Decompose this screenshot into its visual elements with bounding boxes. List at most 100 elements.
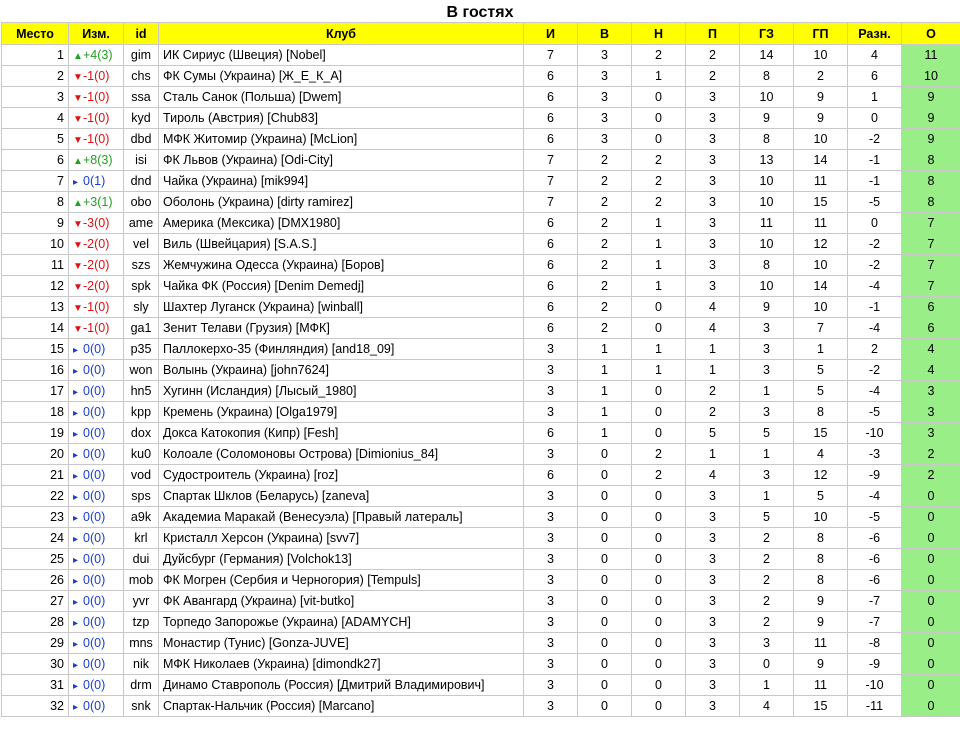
club-cell: Судостроитель (Украина) [roz]	[158, 464, 524, 486]
table-row[interactable]: 25 ▸ 0(0) dui Дуйсбург (Германия) [Volchok13…	[1, 548, 960, 570]
column-header-losses[interactable]: П	[685, 22, 740, 45]
id-cell: vel	[123, 233, 159, 255]
draws-cell: 1	[631, 212, 686, 234]
change-value: +3(1)	[83, 195, 113, 209]
goals-against-cell: 9	[793, 611, 848, 633]
table-row[interactable]: 30 ▸ 0(0) nik МФК Николаев (Украина) [dimond…	[1, 653, 960, 675]
table-row[interactable]: 8 ▲+3(1) obo Оболонь (Украина) [dirty ramir…	[1, 191, 960, 213]
table-row[interactable]: 6 ▲+8(3) isi ФК Львов (Украина) [Odi-City] 7…	[1, 149, 960, 171]
table-row[interactable]: 2 ▼-1(0) chs ФК Сумы (Украина) [Ж_Е_К_А] 6 3 1…	[1, 65, 960, 87]
column-header-id[interactable]: id	[123, 22, 159, 45]
club-cell: Торпедо Запорожье (Украина) [ADAMYCH]	[158, 611, 524, 633]
id-cell: ssa	[123, 86, 159, 108]
column-header-goal-diff[interactable]: Разн.	[847, 22, 902, 45]
draws-cell: 0	[631, 128, 686, 150]
column-header-change[interactable]: Изм.	[68, 22, 124, 45]
column-header-goals-for[interactable]: ГЗ	[739, 22, 794, 45]
table-row[interactable]: 26 ▸ 0(0) mob ФК Могрен (Сербия и Черногория…	[1, 569, 960, 591]
wins-cell: 3	[577, 86, 632, 108]
goals-against-cell: 15	[793, 191, 848, 213]
table-row[interactable]: 24 ▸ 0(0) krl Кристалл Херсон (Украина) [svv…	[1, 527, 960, 549]
goals-against-cell: 7	[793, 317, 848, 339]
table-row[interactable]: 9 ▼-3(0) ame Америка (Мексика) [DMX1980] 6 2 1…	[1, 212, 960, 234]
table-row[interactable]: 28 ▸ 0(0) tzp Торпедо Запорожье (Украина) [A…	[1, 611, 960, 633]
change-cell: ▼-1(0)	[68, 317, 124, 339]
table-row[interactable]: 17 ▸ 0(0) hn5 Хугинн (Исландия) [Лысый_1980]…	[1, 380, 960, 402]
column-header-draws[interactable]: Н	[631, 22, 686, 45]
draws-cell: 0	[631, 485, 686, 507]
table-row[interactable]: 10 ▼-2(0) vel Виль (Швейцария) [S.A.S.] 6 2 1 3…	[1, 233, 960, 255]
games-cell: 6	[523, 254, 578, 276]
column-header-games[interactable]: И	[523, 22, 578, 45]
table-row[interactable]: 15 ▸ 0(0) p35 Паллокерхо-35 (Финляндия) [and…	[1, 338, 960, 360]
points-cell: 7	[901, 254, 960, 276]
wins-cell: 3	[577, 44, 632, 66]
club-cell: Шахтер Луганск (Украина) [winball]	[158, 296, 524, 318]
table-row[interactable]: 27 ▸ 0(0) yvr ФК Авангард (Украина) [vit-but…	[1, 590, 960, 612]
table-row[interactable]: 5 ▼-1(0) dbd МФК Житомир (Украина) [McLion]…	[1, 128, 960, 150]
table-row[interactable]: 7 ▸ 0(1) dnd Чайка (Украина) [mik994] 7 2 2 3 10 1…	[1, 170, 960, 192]
table-row[interactable]: 13 ▼-1(0) sly Шахтер Луганск (Украина) [win…	[1, 296, 960, 318]
table-row[interactable]: 32 ▸ 0(0) snk Спартак-Нальчик (Россия) [Marc…	[1, 695, 960, 717]
draws-cell: 2	[631, 170, 686, 192]
change-cell: ▸ 0(1)	[68, 170, 124, 192]
change-cell: ▸ 0(0)	[68, 401, 124, 423]
id-cell: dui	[123, 548, 159, 570]
table-row[interactable]: 19 ▸ 0(0) dox Докса Катокопия (Кипр) [Fesh] 6…	[1, 422, 960, 444]
points-cell: 0	[901, 590, 960, 612]
triangle-right-icon: ▸	[73, 429, 79, 440]
change-value: -1(0)	[83, 132, 110, 146]
goals-against-cell: 15	[793, 695, 848, 717]
table-row[interactable]: 4 ▼-1(0) kyd Тироль (Австрия) [Chub83] 6 3 0 3 9…	[1, 107, 960, 129]
change-value: 0(0)	[83, 468, 106, 482]
id-cell: p35	[123, 338, 159, 360]
table-row[interactable]: 11 ▼-2(0) szs Жемчужина Одесса (Украина) [Б…	[1, 254, 960, 276]
triangle-down-icon: ▼	[73, 240, 83, 251]
draws-cell: 0	[631, 86, 686, 108]
table-row[interactable]: 12 ▼-2(0) spk Чайка ФК (Россия) [Denim Deme…	[1, 275, 960, 297]
column-header-place[interactable]: Место	[1, 22, 69, 45]
triangle-right-icon: ▸	[73, 660, 79, 671]
change-cell: ▼-1(0)	[68, 65, 124, 87]
goals-for-cell: 3	[739, 317, 794, 339]
change-cell: ▸ 0(0)	[68, 380, 124, 402]
column-header-club[interactable]: Клуб	[158, 22, 524, 45]
draws-cell: 0	[631, 548, 686, 570]
wins-cell: 0	[577, 485, 632, 507]
points-cell: 0	[901, 674, 960, 696]
goals-for-cell: 10	[739, 86, 794, 108]
goals-against-cell: 8	[793, 401, 848, 423]
change-value: 0(0)	[83, 657, 106, 671]
goals-against-cell: 9	[793, 653, 848, 675]
table-row[interactable]: 21 ▸ 0(0) vod Судостроитель (Украина) [roz] 6…	[1, 464, 960, 486]
table-row[interactable]: 18 ▸ 0(0) kpp Кремень (Украина) [Olga1979] 3 1…	[1, 401, 960, 423]
id-cell: szs	[123, 254, 159, 276]
table-row[interactable]: 23 ▸ 0(0) a9k Академиа Маракай (Венесуэла) […	[1, 506, 960, 528]
table-row[interactable]: 20 ▸ 0(0) ku0 Колоале (Соломоновы Острова) […	[1, 443, 960, 465]
table-row[interactable]: 22 ▸ 0(0) sps Спартак Шклов (Беларусь) [zane…	[1, 485, 960, 507]
change-value: 0(0)	[83, 636, 106, 650]
column-header-wins[interactable]: В	[577, 22, 632, 45]
column-header-goals-against[interactable]: ГП	[793, 22, 848, 45]
goal-diff-cell: -9	[847, 653, 902, 675]
table-row[interactable]: 3 ▼-1(0) ssa Сталь Санок (Польша) [Dwem] 6 3 0…	[1, 86, 960, 108]
points-cell: 4	[901, 359, 960, 381]
column-header-points[interactable]: О	[901, 22, 960, 45]
triangle-down-icon: ▼	[73, 93, 83, 104]
triangle-down-icon: ▼	[73, 324, 83, 335]
table-row[interactable]: 16 ▸ 0(0) won Волынь (Украина) [john7624] 3 1 1…	[1, 359, 960, 381]
table-row[interactable]: 29 ▸ 0(0) mns Монастир (Тунис) [Gonza-JUVE] 3…	[1, 632, 960, 654]
table-row[interactable]: 1 ▲+4(3) gim ИК Сириус (Швеция) [Nobel] 7 3 2 2…	[1, 44, 960, 66]
draws-cell: 1	[631, 275, 686, 297]
losses-cell: 3	[685, 653, 740, 675]
table-row[interactable]: 14 ▼-1(0) ga1 Зенит Телави (Грузия) [МФК] 6 2…	[1, 317, 960, 339]
change-cell: ▼-3(0)	[68, 212, 124, 234]
wins-cell: 2	[577, 254, 632, 276]
games-cell: 6	[523, 65, 578, 87]
change-cell: ▸ 0(0)	[68, 569, 124, 591]
table-row[interactable]: 31 ▸ 0(0) drm Динамо Ставрополь (Россия) [Дм…	[1, 674, 960, 696]
points-cell: 7	[901, 275, 960, 297]
losses-cell: 1	[685, 338, 740, 360]
club-cell: ФК Львов (Украина) [Odi-City]	[158, 149, 524, 171]
losses-cell: 3	[685, 233, 740, 255]
